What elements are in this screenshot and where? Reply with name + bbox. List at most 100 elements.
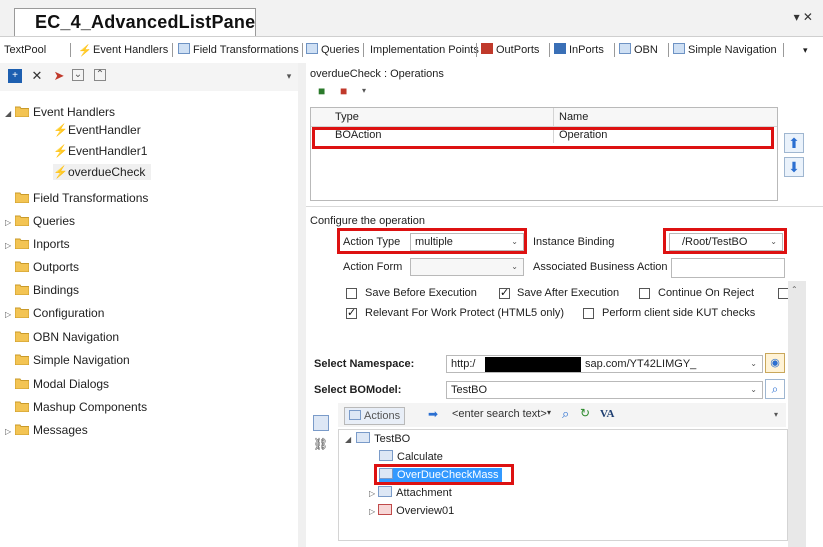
- folder-icon: [15, 378, 29, 389]
- relevant-work-protect-checkbox[interactable]: [346, 306, 357, 319]
- action-icon: [379, 450, 393, 461]
- tab-obn[interactable]: OBN: [619, 41, 658, 59]
- save-after-label: Save After Execution: [517, 287, 620, 299]
- add-icon[interactable]: +: [8, 69, 22, 83]
- tree-obn-navigation[interactable]: OBN Navigation: [15, 329, 119, 345]
- va-label[interactable]: VA: [600, 408, 614, 420]
- chevron-down-icon: ⌄: [750, 359, 757, 368]
- tab-simple-navigation[interactable]: Simple Navigation: [673, 41, 777, 59]
- tree-modal-dialogs[interactable]: Modal Dialogs: [15, 376, 109, 392]
- query-icon: [306, 43, 318, 54]
- tab-outports[interactable]: OutPorts: [481, 41, 539, 59]
- kut-checks-checkbox[interactable]: [583, 308, 594, 319]
- move-down-icon[interactable]: ⬇: [784, 157, 804, 177]
- search-icon[interactable]: ⌕: [765, 379, 785, 399]
- tab-implementation-points[interactable]: Implementation Points: [370, 41, 479, 59]
- actions-button[interactable]: Actions: [344, 407, 406, 425]
- refresh-icon[interactable]: ↻: [580, 406, 590, 420]
- folder-search-icon[interactable]: ◉: [765, 353, 785, 373]
- column-name-header[interactable]: Name: [559, 110, 588, 124]
- chevron-down-icon: ⌄: [511, 262, 518, 271]
- tree-configuration[interactable]: ▷ Configuration: [5, 305, 104, 323]
- remove-operation-icon[interactable]: ■: [340, 84, 347, 98]
- action-icon: [349, 410, 361, 420]
- tree-eventhandler1[interactable]: ⚡EventHandler1: [53, 143, 147, 159]
- obn-icon: [619, 43, 631, 54]
- tree-field-transformations[interactable]: Field Transformations: [15, 190, 148, 206]
- folder-icon: [15, 331, 29, 342]
- tab-inports[interactable]: InPorts: [554, 41, 604, 59]
- save-before-checkbox[interactable]: [346, 288, 357, 299]
- bolt-icon: ⚡: [78, 45, 92, 57]
- tree-eventhandler[interactable]: ⚡EventHandler: [53, 122, 141, 138]
- operations-group-title: overdueCheck : Operations: [310, 68, 444, 80]
- column-type-header[interactable]: Type: [335, 110, 359, 124]
- tree-mashup-components[interactable]: Mashup Components: [15, 399, 147, 415]
- document-title: EC_4_AdvancedListPane: [35, 12, 256, 32]
- continue-on-reject-checkbox[interactable]: [639, 288, 650, 299]
- associated-action-field[interactable]: [671, 258, 785, 278]
- vertical-scrollbar[interactable]: ⌃: [788, 281, 806, 547]
- tree-overduecheck[interactable]: ⚡overdueCheck: [53, 164, 152, 180]
- save-before-label: Save Before Execution: [365, 287, 477, 299]
- action-form-select[interactable]: ⌄: [410, 258, 524, 276]
- tree-messages[interactable]: ▷ Messages: [5, 422, 88, 440]
- delete-icon[interactable]: ✕: [30, 69, 44, 83]
- bo-node-calculate[interactable]: Calculate: [379, 450, 443, 464]
- move-icon[interactable]: ➤: [52, 69, 66, 83]
- folder-icon: [15, 401, 29, 412]
- search-icon[interactable]: ⌕: [562, 406, 569, 422]
- tab-overflow-chevron-icon[interactable]: ▾: [803, 41, 808, 59]
- tree-bindings[interactable]: Bindings: [15, 282, 79, 298]
- toolbar-overflow-icon[interactable]: ▾: [282, 69, 296, 83]
- bo-node-testbo[interactable]: ◢ TestBO: [345, 432, 410, 447]
- tree-outports[interactable]: Outports: [15, 259, 79, 275]
- operations-toolbar: ■ ■ ▾: [310, 81, 510, 101]
- toolbar-overflow-icon[interactable]: ▾: [774, 410, 778, 419]
- toolbar-overflow-icon[interactable]: ▾: [362, 86, 366, 95]
- search-field[interactable]: <enter search text>: [452, 408, 547, 420]
- tree-event-handlers[interactable]: ◢ Event Handlers: [5, 104, 115, 122]
- relevant-work-protect-label: Relevant For Work Protect (HTML5 only): [365, 307, 565, 319]
- expand-all-icon[interactable]: ⌄: [72, 69, 84, 81]
- tab-event-handlers[interactable]: ⚡Event Handlers: [78, 41, 168, 59]
- save-after-checkbox[interactable]: [499, 286, 510, 299]
- bo-node-attachment[interactable]: ▷ Attachment: [369, 486, 452, 501]
- navigation-icon: [673, 43, 685, 54]
- folder-icon: [15, 215, 29, 226]
- search-dropdown-icon[interactable]: ▾: [547, 408, 551, 417]
- window-controls[interactable]: ▾ ✕: [794, 10, 813, 24]
- component-tree-pane: + ✕ ➤ ⌄ ⌃ ▾ ◢ Event Handlers ⚡EventHandle…: [0, 63, 298, 547]
- bo-tree: ◢ TestBO Calculate OverDueCheckMass ▷ Atta…: [338, 429, 788, 541]
- associated-action-label: Associated Business Action: [533, 261, 668, 273]
- pane-splitter[interactable]: [298, 63, 306, 547]
- highlight-box: [312, 127, 774, 149]
- bomodel-select[interactable]: TestBO ⌄: [446, 381, 763, 399]
- folder-icon: [15, 284, 29, 295]
- link-icon[interactable]: ⛓: [313, 437, 328, 451]
- highlight-box: [374, 464, 514, 485]
- arrow-right-icon[interactable]: ➡: [428, 407, 438, 421]
- tab-queries[interactable]: Queries: [306, 41, 360, 59]
- folder-icon: [15, 354, 29, 365]
- tree-inports[interactable]: ▷ Inports: [5, 236, 70, 254]
- folder-icon: [15, 261, 29, 272]
- move-up-icon[interactable]: ⬆: [784, 133, 804, 153]
- tab-field-transformations[interactable]: Field Transformations: [178, 41, 299, 59]
- document-tab[interactable]: EC_4_AdvancedListPane: [14, 8, 256, 37]
- instance-binding-label: Instance Binding: [533, 236, 615, 248]
- tree-simple-navigation[interactable]: Simple Navigation: [15, 352, 130, 368]
- side-tools: ⛓: [311, 413, 331, 459]
- scroll-up-icon[interactable]: ⌃: [791, 285, 798, 294]
- namespace-select[interactable]: http:/ sap.com/YT42LIMGY_ ⌄: [446, 355, 763, 373]
- bo-node-overview01[interactable]: ▷ Overview01: [369, 504, 454, 519]
- folder-icon: [15, 307, 29, 318]
- collapse-all-icon[interactable]: ⌃: [94, 69, 106, 81]
- continue-on-reject-label: Continue On Reject: [658, 287, 754, 299]
- add-operation-icon[interactable]: ■: [318, 84, 325, 98]
- tab-textpool[interactable]: TextPool: [4, 41, 46, 59]
- tree-queries[interactable]: ▷ Queries: [5, 213, 75, 231]
- insert-icon[interactable]: [313, 415, 329, 431]
- editor-tab-bar: TextPool ⚡Event Handlers Field Transform…: [0, 36, 823, 64]
- node-icon: [378, 504, 393, 515]
